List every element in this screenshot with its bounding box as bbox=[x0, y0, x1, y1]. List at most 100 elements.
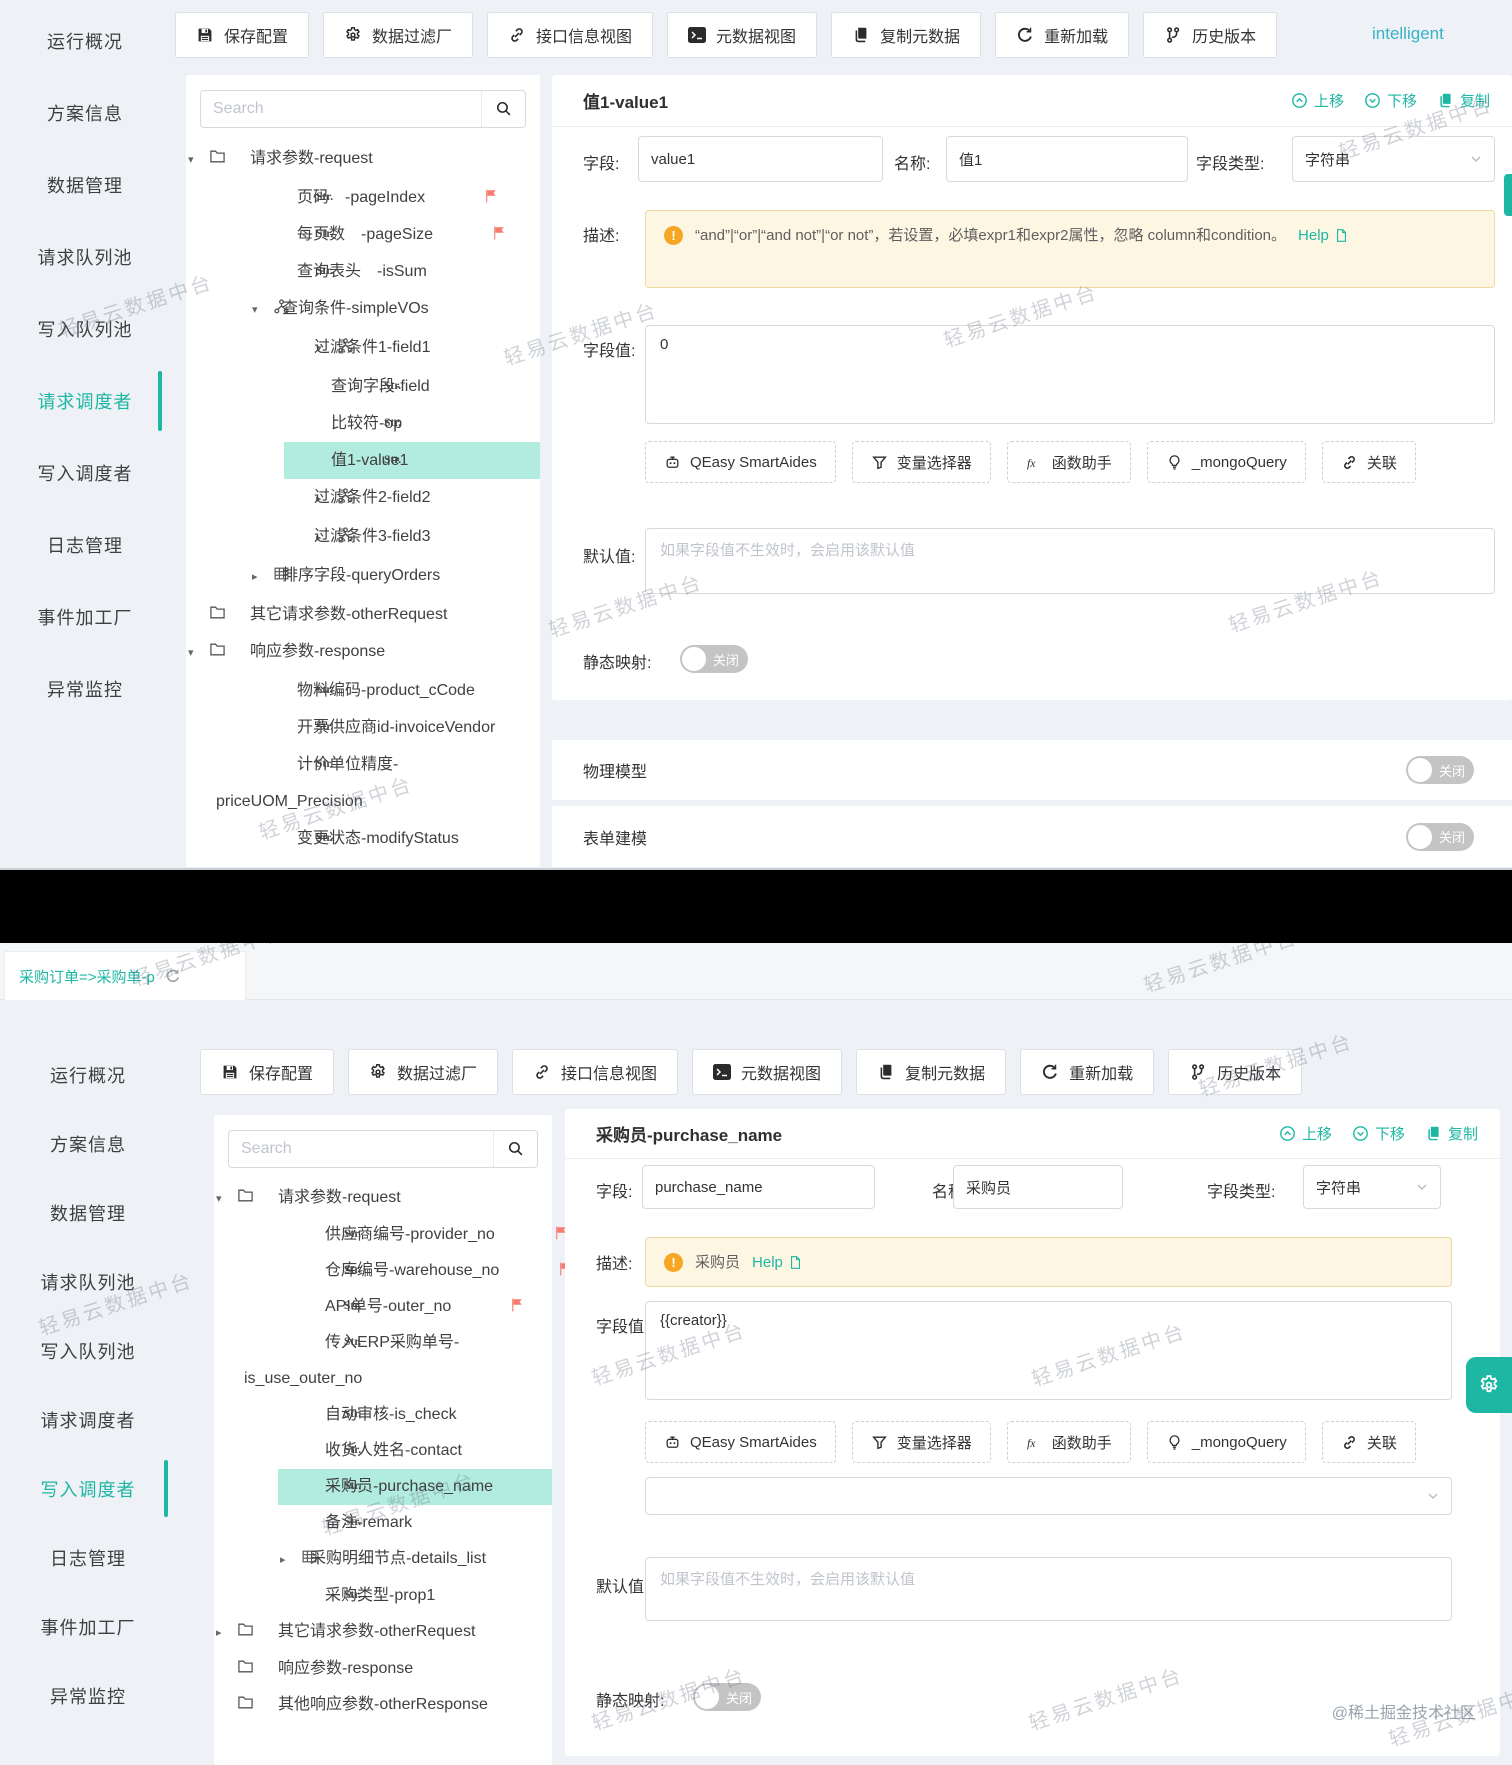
search-input[interactable] bbox=[229, 1140, 493, 1158]
tree-item[interactable]: ▸过滤条件3-field3 bbox=[186, 518, 540, 557]
form-model-toggle[interactable]: 关闭 bbox=[1406, 822, 1474, 851]
tree-item[interactable]: ▾ 请求参数-request bbox=[186, 140, 540, 179]
tree-item[interactable]: Str. 每页数 -pageSize bbox=[186, 216, 540, 253]
sidebar-item[interactable]: 请求队列池 bbox=[0, 1247, 176, 1316]
physical-model-toggle[interactable]: 关闭 bbox=[1406, 756, 1474, 784]
sidebar-item[interactable]: 方案信息 bbox=[0, 1109, 176, 1178]
name-input[interactable] bbox=[946, 136, 1188, 182]
tree-item[interactable]: Str. 开票供应商id-invoiceVendor bbox=[186, 709, 540, 746]
field-type-select[interactable]: 字符串 bbox=[1303, 1165, 1441, 1209]
toolbar-button[interactable]: 复制元数据 bbox=[856, 1049, 1007, 1095]
tree-item[interactable]: Str. 计价单位精度-priceUOM_Precision bbox=[186, 746, 540, 820]
field-value-textarea[interactable]: 0 bbox=[645, 325, 1495, 424]
assist-button[interactable]: QEasy SmartAides bbox=[645, 441, 836, 483]
sidebar-item[interactable]: 数据管理 bbox=[0, 149, 170, 221]
tree-item[interactable]: Str. 比较符-op bbox=[186, 405, 540, 442]
assist-button[interactable]: fx 函数助手 bbox=[1006, 441, 1131, 483]
tree-item[interactable]: Str. 供应商编号-provider_no bbox=[214, 1217, 566, 1253]
tree-item[interactable]: 响应参数-response bbox=[214, 1651, 552, 1687]
name-input[interactable] bbox=[953, 1165, 1123, 1209]
help-link[interactable]: Help bbox=[1298, 222, 1349, 249]
assist-button[interactable]: 关联 bbox=[1321, 441, 1416, 483]
toolbar-button[interactable]: 接口信息视图 bbox=[487, 12, 654, 58]
collapse-arrow-icon[interactable]: ▸ bbox=[266, 481, 322, 518]
sidebar-item[interactable]: 异常监控 bbox=[0, 1661, 176, 1730]
toolbar-button[interactable]: 重新加载 bbox=[995, 12, 1130, 58]
search-icon[interactable] bbox=[493, 1131, 537, 1167]
tree-item[interactable]: Str. 备注-remark bbox=[214, 1505, 552, 1541]
sidebar-item[interactable]: 数据管理 bbox=[0, 1178, 176, 1247]
assist-button[interactable]: 关联 bbox=[1321, 1421, 1416, 1463]
panel-action-copy[interactable]: 复制 bbox=[1437, 90, 1490, 111]
toolbar-button[interactable]: 历史版本 bbox=[1143, 12, 1278, 58]
tree-item[interactable]: ▸ 排序字段-queryOrders bbox=[186, 557, 540, 596]
search-input[interactable] bbox=[201, 100, 481, 118]
sidebar-item[interactable]: 请求队列池 bbox=[0, 221, 170, 293]
sidebar-item[interactable]: 写入调度者 bbox=[0, 1454, 176, 1523]
tree-item[interactable]: ▾过滤条件1-field1 bbox=[186, 329, 540, 368]
toolbar-button[interactable]: 数据过滤厂 bbox=[348, 1049, 499, 1095]
toolbar-button[interactable]: 数据过滤厂 bbox=[323, 12, 474, 58]
tree-item[interactable]: ▸ 其它请求参数-otherRequest bbox=[214, 1614, 552, 1651]
static-mapping-toggle[interactable]: 关闭 bbox=[680, 645, 748, 673]
search-icon[interactable] bbox=[481, 91, 525, 127]
assist-button[interactable]: 变量选择器 bbox=[851, 441, 991, 483]
sidebar-item[interactable]: 请求调度者 bbox=[0, 1385, 176, 1454]
panel-action-circle-down[interactable]: 下移 bbox=[1352, 1123, 1405, 1144]
tree-item[interactable]: Str. 变更状态-modifyStatus bbox=[186, 820, 540, 857]
intelligent-label[interactable]: intelligent bbox=[1372, 24, 1444, 44]
tree-item[interactable]: Str. 采购员-purchase_name bbox=[214, 1469, 552, 1505]
expand-arrow-icon[interactable]: ▾ bbox=[266, 331, 322, 368]
settings-fab-partial[interactable] bbox=[1504, 174, 1512, 216]
toolbar-button[interactable]: 元数据视图 bbox=[692, 1049, 843, 1095]
tree-item[interactable]: Str. 物料编码-product_cCode bbox=[186, 672, 540, 709]
tree-item[interactable]: Str. 查询表头 -isSum bbox=[186, 253, 540, 290]
tree-item[interactable]: Str. 页码 -pageIndex bbox=[186, 179, 540, 216]
help-link[interactable]: Help bbox=[752, 1249, 803, 1276]
tree-item[interactable]: ▾ 查询条件-simpleVOs bbox=[186, 290, 540, 329]
sidebar-item[interactable]: 事件加工厂 bbox=[0, 1592, 176, 1661]
static-mapping-toggle[interactable]: 关闭 bbox=[693, 1683, 761, 1711]
toolbar-button[interactable]: 接口信息视图 bbox=[512, 1049, 679, 1095]
default-value-textarea[interactable] bbox=[645, 1557, 1452, 1621]
assist-button[interactable]: _mongoQuery bbox=[1146, 1421, 1306, 1463]
tree-item[interactable]: 其它请求参数-otherRequest bbox=[186, 596, 540, 633]
sidebar-item[interactable]: 方案信息 bbox=[0, 77, 170, 149]
tab-active[interactable]: 采购订单=>采购单-p bbox=[4, 951, 246, 1000]
collapse-arrow-icon[interactable]: ▸ bbox=[234, 559, 258, 596]
panel-action-circle-down[interactable]: 下移 bbox=[1364, 90, 1417, 111]
sidebar-item[interactable]: 请求调度者 bbox=[0, 365, 170, 437]
tree-item[interactable]: ▸过滤条件2-field2 bbox=[186, 479, 540, 518]
settings-fab[interactable] bbox=[1466, 1357, 1512, 1413]
sidebar-item[interactable]: 写入调度者 bbox=[0, 437, 170, 509]
tree-item[interactable]: Str. 查询字段-field bbox=[186, 368, 540, 405]
collapse-arrow-icon[interactable]: ▸ bbox=[266, 520, 322, 557]
toolbar-button[interactable]: 保存配置 bbox=[175, 12, 310, 58]
tree-item[interactable]: Str. 自动审核-is_check bbox=[214, 1397, 552, 1433]
toolbar-button[interactable]: 历史版本 bbox=[1168, 1049, 1303, 1095]
assist-button[interactable]: _mongoQuery bbox=[1146, 441, 1306, 483]
assist-button[interactable]: fx 函数助手 bbox=[1006, 1421, 1131, 1463]
field-key-input[interactable] bbox=[642, 1165, 875, 1209]
sidebar-item[interactable]: 写入队列池 bbox=[0, 293, 170, 365]
sidebar-item[interactable]: 写入队列池 bbox=[0, 1316, 176, 1385]
tree-item[interactable]: 其他响应参数-otherResponse bbox=[214, 1687, 552, 1723]
panel-action-copy[interactable]: 复制 bbox=[1425, 1123, 1478, 1144]
panel-action-circle-up[interactable]: 上移 bbox=[1291, 90, 1344, 111]
tree-item[interactable]: Str. 采购类型-prop1 bbox=[214, 1578, 552, 1614]
tree-item[interactable]: ▾ 请求参数-request bbox=[214, 1180, 552, 1217]
sidebar-item[interactable]: 事件加工厂 bbox=[0, 581, 170, 653]
tree-item[interactable]: Str. 值1-value1 bbox=[186, 442, 540, 479]
sidebar-item[interactable]: 异常监控 bbox=[0, 653, 170, 725]
field-value-textarea[interactable]: {{creator}} bbox=[645, 1301, 1452, 1400]
tree-item[interactable]: Str. API单号-outer_no bbox=[214, 1289, 552, 1325]
assist-button[interactable]: QEasy SmartAides bbox=[645, 1421, 836, 1463]
tree-item[interactable]: Str. 仓库编号-warehouse_no bbox=[214, 1253, 571, 1289]
sidebar-item[interactable]: 运行概况 bbox=[0, 1040, 176, 1109]
assist-button[interactable]: 变量选择器 bbox=[851, 1421, 991, 1463]
panel-action-circle-up[interactable]: 上移 bbox=[1279, 1123, 1332, 1144]
toolbar-button[interactable]: 保存配置 bbox=[200, 1049, 335, 1095]
field-type-select[interactable]: 字符串 bbox=[1292, 136, 1495, 182]
toolbar-button[interactable]: 重新加载 bbox=[1020, 1049, 1155, 1095]
mapping-select[interactable] bbox=[645, 1477, 1452, 1515]
